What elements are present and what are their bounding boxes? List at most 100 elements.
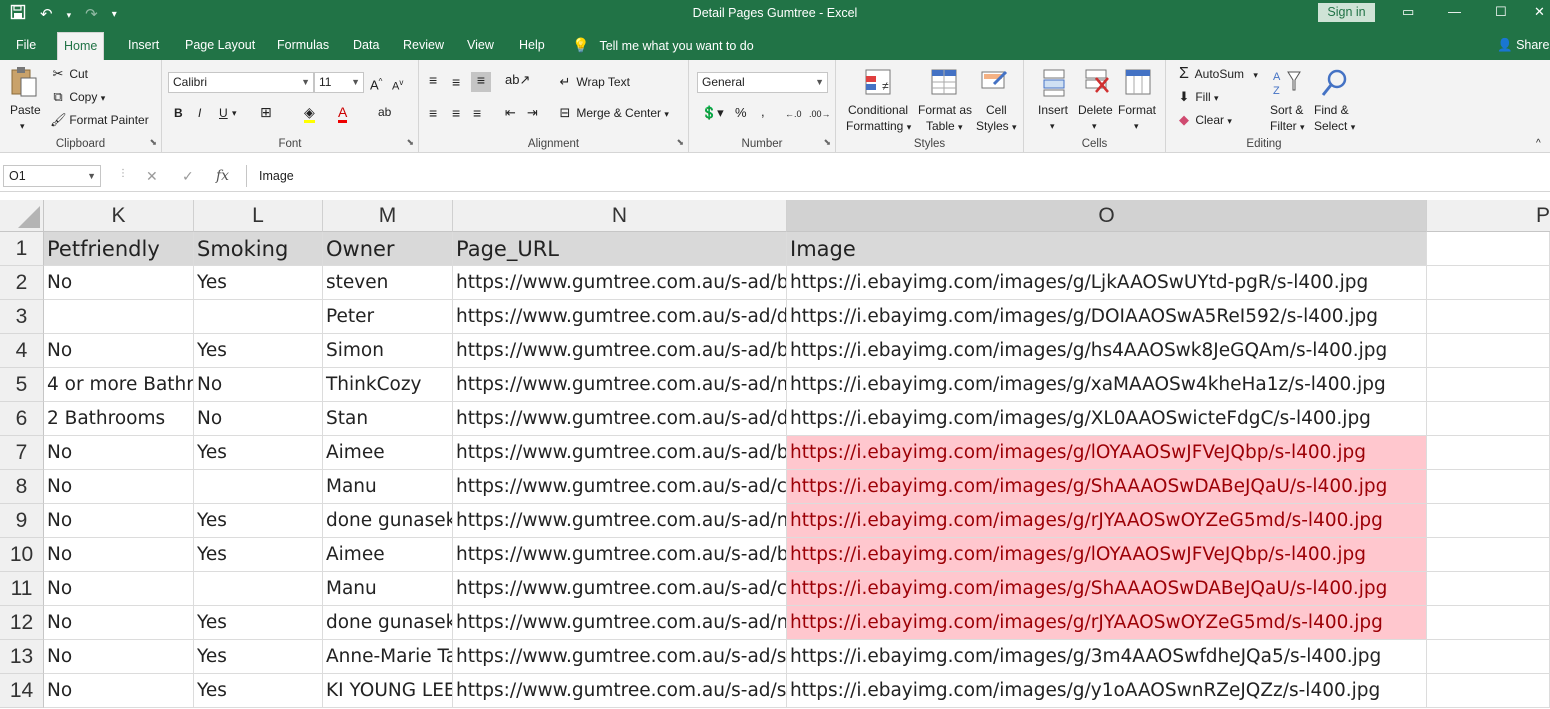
row-header-7[interactable]: 7: [0, 436, 44, 470]
cell-m7[interactable]: Aimee: [323, 436, 453, 470]
cell-k13[interactable]: No: [44, 640, 194, 674]
borders-icon[interactable]: ⊞: [260, 104, 272, 120]
share-button[interactable]: 👤 Share: [1497, 30, 1549, 60]
comma-style-icon[interactable]: ,: [761, 104, 765, 120]
cell-o2[interactable]: https://i.ebayimg.com/images/g/LjkAAOSwU…: [787, 266, 1427, 300]
cell-p9[interactable]: [1427, 504, 1550, 538]
phonetic-guide-icon[interactable]: ab: [378, 104, 391, 120]
font-name-select[interactable]: Calibri ▼: [168, 72, 314, 93]
header-cell-m[interactable]: Owner: [323, 232, 453, 266]
cell-p6[interactable]: [1427, 402, 1550, 436]
row-header-13[interactable]: 13: [0, 640, 44, 674]
tab-formulas[interactable]: Formulas: [271, 30, 335, 60]
cell-l11[interactable]: [194, 572, 323, 606]
align-center-icon[interactable]: ≡: [452, 105, 460, 121]
select-all-corner[interactable]: [0, 200, 44, 232]
cell-o4[interactable]: https://i.ebayimg.com/images/g/hs4AAOSwk…: [787, 334, 1427, 368]
cell-k4[interactable]: No: [44, 334, 194, 368]
fill-color-icon[interactable]: ◈: [304, 104, 315, 123]
tab-insert[interactable]: Insert: [122, 30, 165, 60]
column-header-k[interactable]: K: [44, 200, 194, 232]
tell-me-box[interactable]: 💡 Tell me what you want to do: [572, 30, 754, 60]
formula-input[interactable]: Image: [246, 165, 1550, 187]
cell-l9[interactable]: Yes: [194, 504, 323, 538]
cell-k8[interactable]: No: [44, 470, 194, 504]
minimize-icon[interactable]: —: [1448, 4, 1461, 19]
cell-m4[interactable]: Simon: [323, 334, 453, 368]
cell-p1[interactable]: [1427, 232, 1550, 266]
close-icon[interactable]: ✕: [1534, 4, 1545, 20]
bold-button[interactable]: B: [174, 105, 183, 121]
decrease-font-size-button[interactable]: Av: [392, 75, 403, 95]
row-header-12[interactable]: 12: [0, 606, 44, 640]
format-cells-button[interactable]: Format ▾: [1116, 66, 1162, 134]
cell-n6[interactable]: https://www.gumtree.com.au/s-ad/da: [453, 402, 787, 436]
ribbon-display-options-icon[interactable]: ▭: [1402, 4, 1414, 20]
cell-l4[interactable]: Yes: [194, 334, 323, 368]
formula-bar-options-icon[interactable]: ⋮: [118, 168, 128, 179]
cell-l6[interactable]: No: [194, 402, 323, 436]
alignment-launcher-icon[interactable]: ⬊: [676, 137, 684, 148]
accounting-format-icon[interactable]: 💲▾: [701, 105, 724, 121]
copy-button[interactable]: ⧉ Copy ▾: [50, 89, 105, 106]
cell-p10[interactable]: [1427, 538, 1550, 572]
number-format-select[interactable]: General ▼: [697, 72, 828, 93]
cell-n8[interactable]: https://www.gumtree.com.au/s-ad/cro: [453, 470, 787, 504]
cell-p8[interactable]: [1427, 470, 1550, 504]
font-color-icon[interactable]: A: [338, 104, 348, 123]
cell-m3[interactable]: Peter: [323, 300, 453, 334]
cell-p3[interactable]: [1427, 300, 1550, 334]
tab-home[interactable]: Home: [57, 32, 105, 60]
cell-k5[interactable]: 4 or more Bathro: [44, 368, 194, 402]
header-cell-o[interactable]: Image: [787, 232, 1427, 266]
cell-p5[interactable]: [1427, 368, 1550, 402]
clear-button[interactable]: ◆ Clear ▾: [1176, 112, 1232, 129]
row-header-2[interactable]: 2: [0, 266, 44, 300]
number-launcher-icon[interactable]: ⬊: [823, 137, 831, 148]
row-header-14[interactable]: 14: [0, 674, 44, 708]
fill-button[interactable]: ⬇ Fill ▾: [1176, 89, 1219, 106]
insert-cells-button[interactable]: Insert ▾: [1034, 66, 1074, 134]
cell-o12[interactable]: https://i.ebayimg.com/images/g/rJYAAOSwO…: [787, 606, 1427, 640]
top-align-icon[interactable]: ≡: [429, 72, 437, 88]
tab-file[interactable]: File: [10, 30, 42, 60]
cell-n4[interactable]: https://www.gumtree.com.au/s-ad/bla: [453, 334, 787, 368]
cell-l10[interactable]: Yes: [194, 538, 323, 572]
cell-n7[interactable]: https://www.gumtree.com.au/s-ad/bu: [453, 436, 787, 470]
bottom-align-icon[interactable]: ≡: [471, 72, 491, 92]
cell-p12[interactable]: [1427, 606, 1550, 640]
cell-n12[interactable]: https://www.gumtree.com.au/s-ad/no: [453, 606, 787, 640]
column-header-p[interactable]: P: [1427, 200, 1550, 232]
align-left-icon[interactable]: ≡: [429, 105, 437, 121]
row-header-5[interactable]: 5: [0, 368, 44, 402]
cell-n2[interactable]: https://www.gumtree.com.au/s-ad/ba: [453, 266, 787, 300]
merge-center-button[interactable]: ⊟ Merge & Center ▾: [557, 105, 669, 122]
cell-n3[interactable]: https://www.gumtree.com.au/s-ad/de: [453, 300, 787, 334]
cell-o5[interactable]: https://i.ebayimg.com/images/g/xaMAAOSw4…: [787, 368, 1427, 402]
conditional-formatting-button[interactable]: ≠ Conditional Formatting ▾: [844, 66, 912, 134]
cell-n9[interactable]: https://www.gumtree.com.au/s-ad/no: [453, 504, 787, 538]
cell-l12[interactable]: Yes: [194, 606, 323, 640]
font-size-select[interactable]: 11 ▼: [314, 72, 364, 93]
cell-k10[interactable]: No: [44, 538, 194, 572]
confirm-entry-icon[interactable]: ✓: [182, 168, 194, 185]
cell-n5[interactable]: https://www.gumtree.com.au/s-ad/mi: [453, 368, 787, 402]
cell-k14[interactable]: No: [44, 674, 194, 708]
cell-k12[interactable]: No: [44, 606, 194, 640]
column-header-m[interactable]: M: [323, 200, 453, 232]
cell-m11[interactable]: Manu: [323, 572, 453, 606]
sort-filter-button[interactable]: AZ Sort & Filter ▾: [1266, 66, 1310, 134]
cell-m12[interactable]: done gunaseke: [323, 606, 453, 640]
cell-o6[interactable]: https://i.ebayimg.com/images/g/XL0AAOSwi…: [787, 402, 1427, 436]
increase-indent-icon[interactable]: ⇥: [527, 105, 538, 121]
cell-m9[interactable]: done gunaseke: [323, 504, 453, 538]
cell-l2[interactable]: Yes: [194, 266, 323, 300]
cell-m6[interactable]: Stan: [323, 402, 453, 436]
cancel-entry-icon[interactable]: ✕: [146, 168, 158, 185]
cell-o11[interactable]: https://i.ebayimg.com/images/g/ShAAAOSwD…: [787, 572, 1427, 606]
delete-cells-button[interactable]: Delete ▾: [1076, 66, 1116, 134]
cell-o13[interactable]: https://i.ebayimg.com/images/g/3m4AAOSwf…: [787, 640, 1427, 674]
format-as-table-button[interactable]: Format as Table ▾: [916, 66, 972, 134]
wrap-text-button[interactable]: ↵ Wrap Text: [557, 74, 630, 90]
cell-o7[interactable]: https://i.ebayimg.com/images/g/lOYAAOSwJ…: [787, 436, 1427, 470]
